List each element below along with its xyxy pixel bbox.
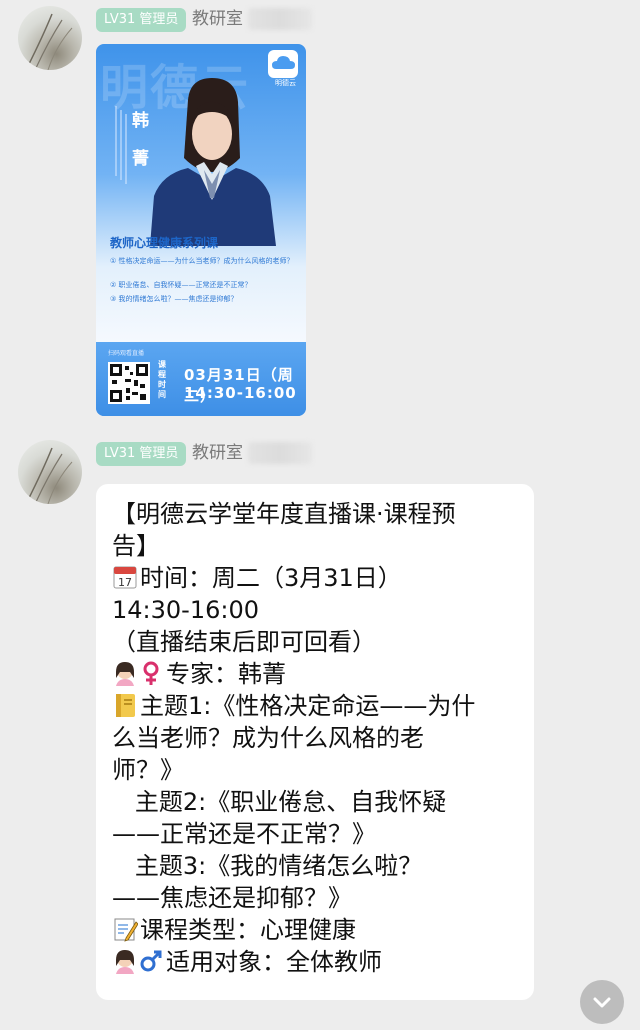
message-line-text: 么当老师？成为什么风格的老 [112,724,424,752]
woman-female-icon [112,660,164,686]
course-time: 14:30-16:00 [184,384,297,402]
woman-male-icon [112,948,164,974]
message-line: 主题2:《职业倦怠、自我怀疑 [112,786,522,818]
qr-label: 扫码观看直播 [108,350,145,357]
message-text: 【明德云学堂年度直播课·课程预 告】 17 时间：周二（3月31日） 14:30-16:… [112,498,522,978]
message-line: ——焦虑还是抑郁？》 [112,882,522,914]
expert-name-char: 菁 [132,149,149,169]
message-line-text: 告】 [112,532,160,560]
level-badge: LV31 管理员 [96,442,187,466]
expert-photo [150,78,276,246]
qr-code-icon [108,362,150,404]
poster-topic: ② 职业倦怠、自我怀疑——正常还是不正常？ [110,281,252,289]
notebook-icon [112,692,138,718]
poster-topic: ③ 我的情绪怎么啦？——焦虑还是抑郁？ [110,295,238,303]
poster-footer: 扫码观看直播 课程时间 03月31日（周二） 14:30-16:00 [96,342,306,416]
message-line-text: 【明德云学堂年度直播课·课程预 [112,500,456,528]
message-line-text: 师？》 [112,756,184,784]
message-line: 适用对象：全体教师 [112,946,522,978]
message-line: 告】 [112,530,522,562]
message-line: 师？》 [112,754,522,786]
message-line: 17 时间：周二（3月31日） [112,562,522,594]
avatar[interactable] [18,440,82,504]
message-line-text: 课程类型：心理健康 [140,916,356,944]
message-line-text: 适用对象：全体教师 [166,948,382,976]
avatar-image [27,13,73,70]
avatar[interactable] [18,6,82,70]
scroll-to-bottom-button[interactable] [580,980,624,1024]
message-line-text: ——正常还是不正常？》 [112,820,376,848]
message-line: 么当老师？成为什么风格的老 [112,722,522,754]
poster-topic: ① 性格决定命运——为什么当老师？成为什么风格的老师？ [110,257,294,265]
course-poster-image[interactable]: 明德云 明德云 韩 菁 教师心理健康系列课 ① 性格决定命运——为什么当老师？成… [96,44,306,416]
poster-vertical-text-decoration [115,106,127,184]
message-line-text: 主题2:《职业倦怠、自我怀疑 [112,788,447,816]
sender-name[interactable]: 教研室 [192,7,243,31]
message-line-text: 时间：周二（3月31日） [140,564,402,592]
cloud-logo-icon [268,50,298,78]
level-badge: LV31 管理员 [96,8,187,32]
svg-text:17: 17 [118,576,132,589]
message-line: 课程类型：心理健康 [112,914,522,946]
memo-icon [112,916,139,942]
message-line: 【明德云学堂年度直播课·课程预 [112,498,522,530]
expert-name-char: 韩 [132,111,149,131]
message-line: （直播结束后即可回看） [112,626,522,658]
avatar-image [27,447,73,504]
message-line-text: ——焦虑还是抑郁？》 [112,884,352,912]
message-line: 14:30-16:00 [112,594,522,626]
message-line: 专家：韩菁 [112,658,522,690]
blurred-name [248,8,312,30]
message-line-text: （直播结束后即可回看） [112,628,376,656]
course-time-label: 课程时间 [158,360,166,399]
logo-label: 明德云 [275,79,296,87]
blurred-name [248,442,312,464]
calendar-icon: 17 [112,564,138,590]
sender-name[interactable]: 教研室 [192,441,243,465]
message-line-text: 主题1:《性格决定命运——为什 [140,692,476,720]
chevron-down-icon [593,997,611,1008]
message-line-text: 专家：韩菁 [166,660,286,688]
message-line-text: 14:30-16:00 [112,596,259,624]
message-line: ——正常还是不正常？》 [112,818,522,850]
message-line: 主题1:《性格决定命运——为什 [112,690,522,722]
message-line: 主题3:《我的情绪怎么啦？ [112,850,522,882]
poster-course-title: 教师心理健康系列课 [110,236,219,250]
message-line-text: 主题3:《我的情绪怎么啦？ [112,852,423,880]
